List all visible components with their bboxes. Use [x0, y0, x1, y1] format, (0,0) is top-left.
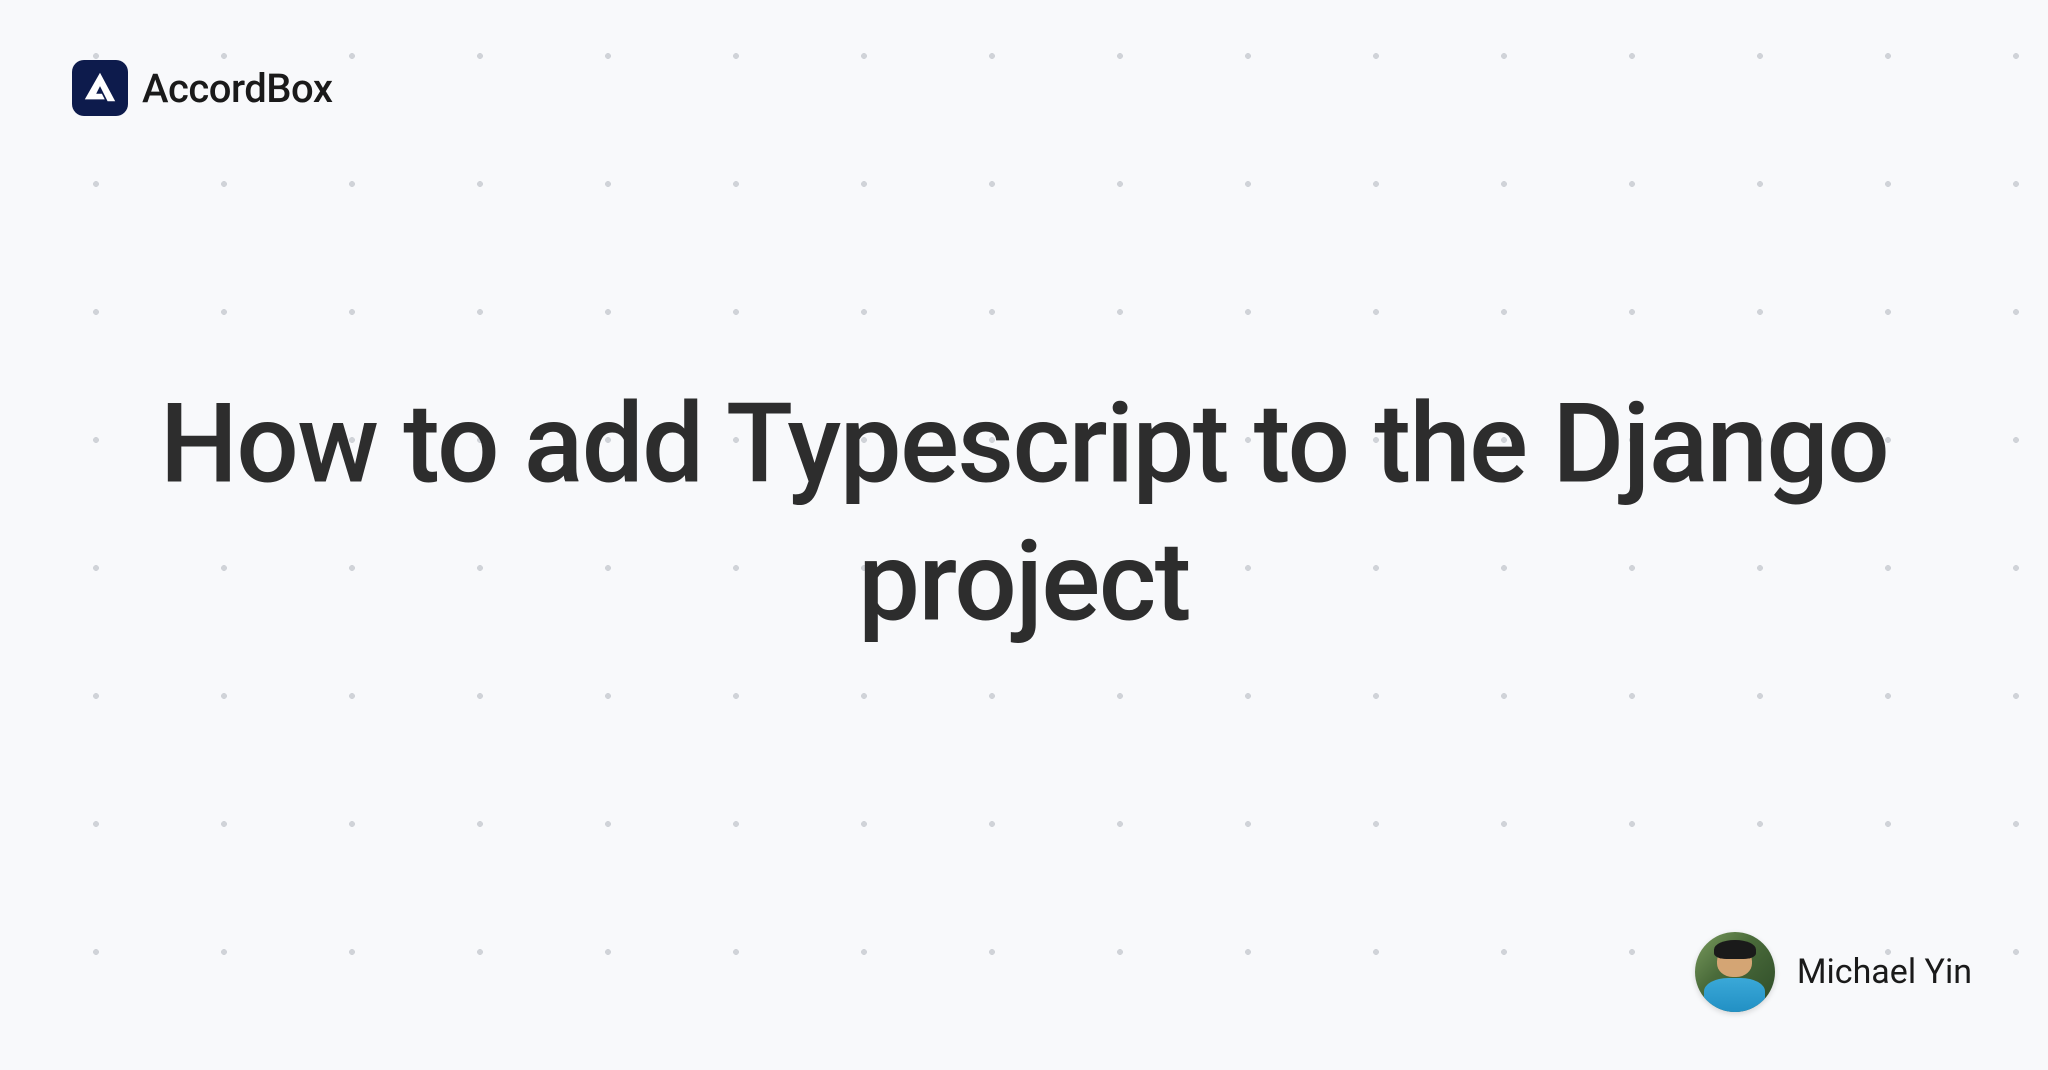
brand-logo: AccordBox	[72, 60, 332, 116]
article-title: How to add Typescript to the Django proj…	[102, 376, 1945, 651]
author-avatar	[1695, 932, 1775, 1012]
brand-name: AccordBox	[142, 65, 332, 112]
brand-logo-icon	[72, 60, 128, 116]
author-name: Michael Yin	[1797, 952, 1972, 992]
author-byline: Michael Yin	[1695, 932, 1972, 1012]
